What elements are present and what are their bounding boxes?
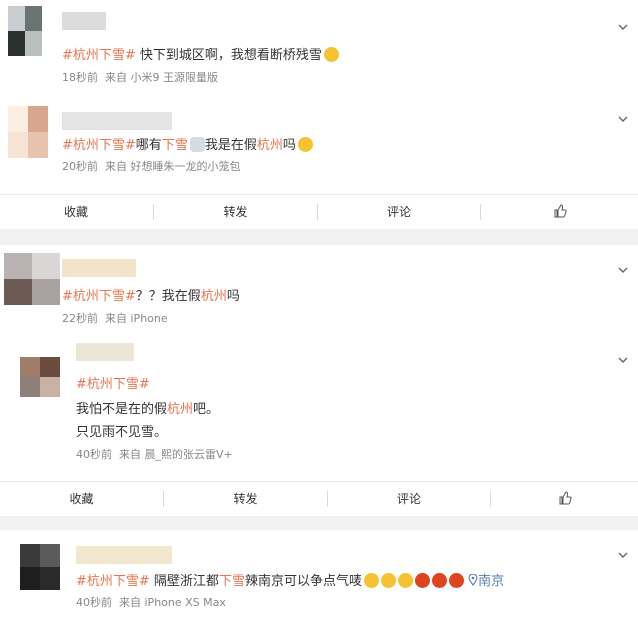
angry-emoji-icon <box>414 573 430 588</box>
cloud-emoji-icon <box>189 137 205 152</box>
angry-emoji-icon <box>431 573 447 588</box>
post-body: 辣南京可以争点气唛 <box>244 574 362 589</box>
post-text: #杭州下雪# 快下到城区啊，我想看断桥残雪 <box>62 44 339 63</box>
username-blurred[interactable] <box>62 112 172 130</box>
laughing-emoji-icon <box>297 137 313 152</box>
timestamp[interactable]: 18秒前 <box>62 71 98 84</box>
post-body: 吗 <box>282 138 296 153</box>
post-body: 快下到城区啊，我想看断桥残雪 <box>135 48 322 63</box>
source-link[interactable]: 晨_熙的张云雷V+ <box>145 448 233 461</box>
repost-button[interactable]: 转发 <box>154 195 317 229</box>
post-line-1: 我怕不是在的假杭州吧。 <box>76 398 219 417</box>
chevron-down-icon[interactable] <box>618 114 628 124</box>
timestamp[interactable]: 22秒前 <box>62 312 98 325</box>
username-blurred[interactable] <box>62 259 136 277</box>
post-meta: 22秒前 来自 iPhone <box>62 310 168 326</box>
source-link[interactable]: iPhone XS Max <box>145 596 226 609</box>
username-blurred[interactable] <box>76 546 172 564</box>
source-link[interactable]: iPhone <box>131 312 168 325</box>
from-label: 来自 <box>119 448 141 461</box>
username-blurred[interactable] <box>76 343 134 361</box>
hashtag-link[interactable]: #杭州下雪# <box>62 48 136 63</box>
source-link[interactable]: 好想睡朱一龙的小笼包 <box>131 160 241 173</box>
post-text: #杭州下雪# 隔壁浙江都下雪辣南京可以争点气唛 南京 <box>76 570 504 589</box>
post-2: #杭州下雪#哪有下雪 我是在假杭州吗 20秒前 来自 好想睡朱一龙的小笼包 <box>0 100 638 194</box>
avatar[interactable] <box>20 544 60 590</box>
avatar[interactable] <box>8 6 42 56</box>
action-bar: 收藏 转发 评论 <box>0 194 638 229</box>
from-label: 来自 <box>105 71 127 84</box>
from-label: 来自 <box>119 596 141 609</box>
favorite-button[interactable]: 收藏 <box>0 195 152 229</box>
avatar[interactable] <box>8 106 48 158</box>
source-link[interactable]: 小米9 王源限量版 <box>131 71 219 84</box>
smirk-emoji-icon <box>363 573 379 588</box>
post-body: 哪有 <box>135 138 162 153</box>
thumbs-up-icon <box>559 491 572 505</box>
comment-button[interactable]: 评论 <box>318 195 480 229</box>
post-meta: 20秒前 来自 好想睡朱一龙的小笼包 <box>62 158 241 174</box>
post-text: #杭州下雪#？？我在假杭州吗 <box>62 285 240 304</box>
chevron-down-icon[interactable] <box>618 355 628 365</box>
post-body: 我是在假 <box>204 138 257 153</box>
favorite-button[interactable]: 收藏 <box>0 482 163 516</box>
angry-emoji-icon <box>448 573 464 588</box>
highlight-keyword: 下雪 <box>218 574 245 589</box>
post-3: #杭州下雪#？？我在假杭州吗 22秒前 来自 iPhone <box>0 245 638 335</box>
post-4: #杭州下雪# 我怕不是在的假杭州吧。 只见雨不见雪。 40秒前 来自 晨_熙的张… <box>0 335 638 481</box>
timestamp[interactable]: 40秒前 <box>76 596 112 609</box>
hashtag-link[interactable]: #杭州下雪# <box>76 574 150 589</box>
highlight-keyword: 杭州 <box>256 138 283 153</box>
thumbs-up-icon <box>554 204 567 218</box>
section-gap <box>0 516 638 530</box>
highlight-keyword: 下雪 <box>161 138 188 153</box>
like-button[interactable] <box>481 195 638 229</box>
location-pin-icon <box>468 573 478 586</box>
post-1: #杭州下雪# 快下到城区啊，我想看断桥残雪 18秒前 来自 小米9 王源限量版 <box>0 0 638 92</box>
post-meta: 18秒前 来自 小米9 王源限量版 <box>62 69 218 85</box>
username-blurred[interactable] <box>62 12 106 30</box>
smirk-emoji-icon <box>380 573 396 588</box>
post-body: 吧。 <box>193 402 220 417</box>
highlight-keyword: 杭州 <box>167 402 194 417</box>
post-5: #杭州下雪# 隔壁浙江都下雪辣南京可以争点气唛 南京 40秒前 来自 iPhon… <box>0 530 638 622</box>
post-hashtag-line: #杭州下雪# <box>76 373 150 392</box>
avatar[interactable] <box>20 357 60 397</box>
post-meta: 40秒前 来自 晨_熙的张云雷V+ <box>76 446 233 462</box>
from-label: 来自 <box>105 160 127 173</box>
chevron-down-icon[interactable] <box>618 550 628 560</box>
post-meta: 40秒前 来自 iPhone XS Max <box>76 594 226 610</box>
hashtag-link[interactable]: #杭州下雪# <box>62 138 136 153</box>
section-gap <box>0 229 638 245</box>
highlight-keyword: 杭州 <box>200 289 227 304</box>
shocked-emoji-icon <box>323 47 339 62</box>
chevron-down-icon[interactable] <box>618 22 628 32</box>
timestamp[interactable]: 20秒前 <box>62 160 98 173</box>
location-label: 南京 <box>478 574 505 589</box>
timestamp[interactable]: 40秒前 <box>76 448 112 461</box>
action-bar: 收藏 转发 评论 <box>0 481 638 516</box>
post-body: 吗 <box>226 289 240 304</box>
post-body: 隔壁浙江都 <box>149 574 219 589</box>
post-body: 只见雨不见雪。 <box>76 425 168 440</box>
hashtag-link[interactable]: #杭州下雪# <box>76 377 150 392</box>
post-text: #杭州下雪#哪有下雪 我是在假杭州吗 <box>62 134 313 153</box>
smirk-emoji-icon <box>397 573 413 588</box>
post-line-2: 只见雨不见雪。 <box>76 421 167 440</box>
comment-button[interactable]: 评论 <box>328 482 490 516</box>
post-body: 我怕不是在的假 <box>76 402 168 417</box>
from-label: 来自 <box>105 312 127 325</box>
post-body: ？？我在假 <box>135 289 201 304</box>
avatar[interactable] <box>4 253 60 305</box>
chevron-down-icon[interactable] <box>618 265 628 275</box>
location-link[interactable]: 南京 <box>468 573 505 589</box>
like-button[interactable] <box>491 482 638 516</box>
hashtag-link[interactable]: #杭州下雪# <box>62 289 136 304</box>
repost-button[interactable]: 转发 <box>164 482 327 516</box>
